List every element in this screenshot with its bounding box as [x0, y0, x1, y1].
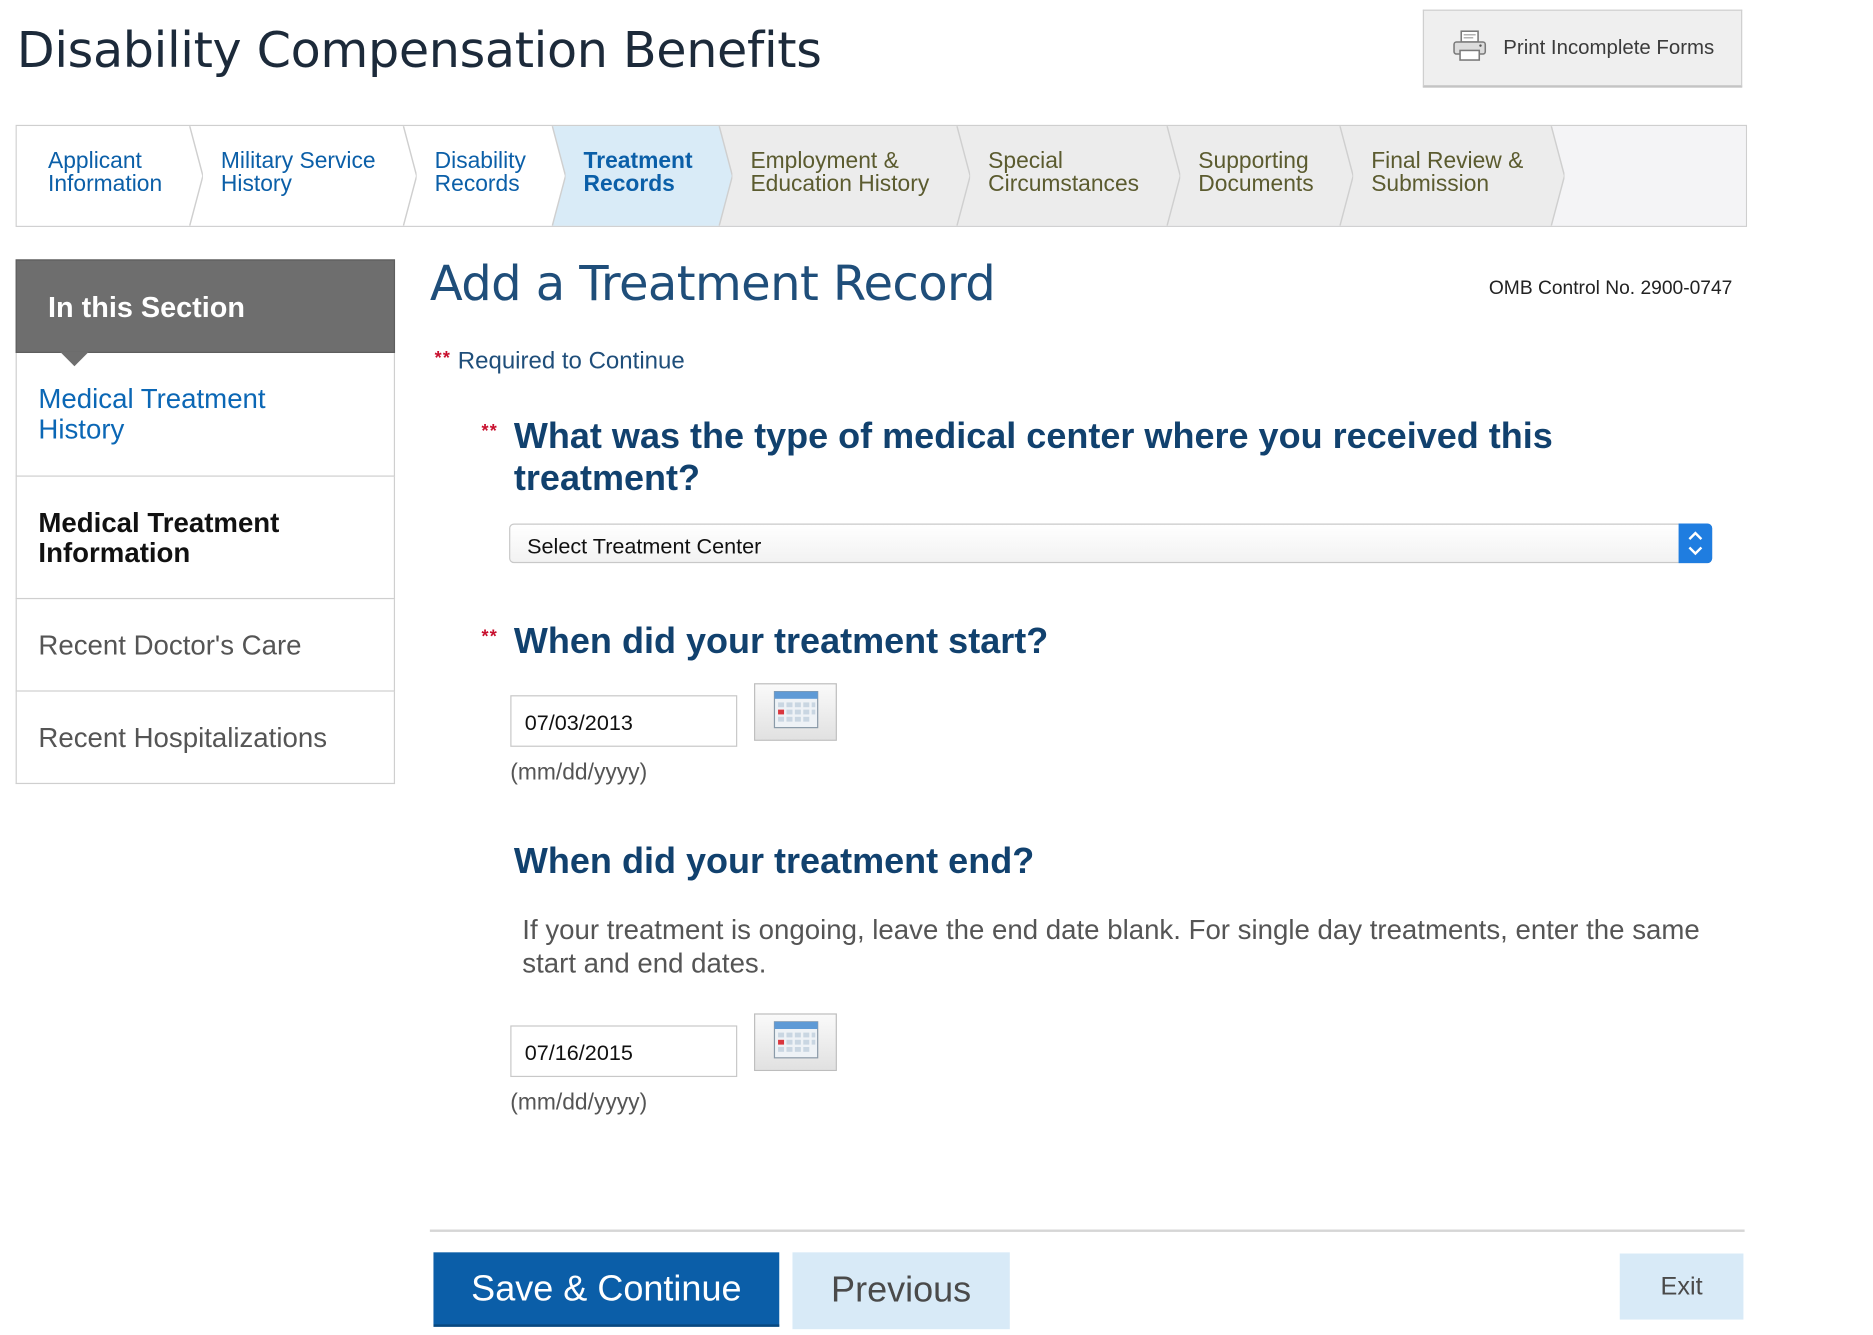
step-label: Supporting	[1198, 148, 1309, 175]
step-treatment-records[interactable]: Treatment Records	[552, 126, 733, 226]
step-label: Treatment	[583, 148, 693, 175]
sidebar-item-label: Medical Treatment Information	[38, 506, 280, 568]
sidebar-item-medical-treatment-history[interactable]: Medical Treatment History	[15, 353, 396, 477]
step-final-review-submission[interactable]: Final Review & Submission	[1339, 126, 1565, 226]
step-label: Education History	[750, 171, 930, 197]
page-title: Disability Compensation Benefits	[16, 21, 822, 80]
step-label: Records	[434, 171, 520, 197]
start-date-calendar-button[interactable]	[754, 683, 837, 741]
print-label: Print Incomplete Forms	[1503, 36, 1715, 59]
required-marker: **	[481, 421, 498, 442]
step-label: Employment &	[750, 148, 899, 175]
step-disability-records[interactable]: Disability Records	[403, 126, 566, 226]
step-label: Documents	[1198, 171, 1314, 197]
sidebar-item-label: Medical Treatment History	[38, 383, 266, 445]
end-date-input[interactable]: 07/16/2015	[510, 1025, 738, 1078]
sidebar-heading-text: In this Section	[48, 291, 245, 325]
question-treatment-start: ** When did your treatment start?	[481, 621, 1049, 663]
save-and-continue-button[interactable]: Save & Continue	[433, 1252, 780, 1327]
previous-button[interactable]: Previous	[792, 1252, 1010, 1330]
step-label: History	[220, 171, 292, 197]
required-marker: **	[481, 626, 498, 648]
sidebar-item-recent-doctors-care[interactable]: Recent Doctor's Care	[15, 599, 396, 692]
printer-icon	[1453, 29, 1487, 66]
question-label: When did your treatment start?	[513, 621, 1049, 662]
sidebar-heading-pointer	[60, 351, 89, 367]
omb-control-number: OMB Control No. 2900-0747	[1488, 278, 1733, 299]
step-label: Submission	[1371, 171, 1490, 197]
step-label: Final Review &	[1371, 148, 1524, 175]
start-date-input[interactable]: 07/03/2013	[510, 695, 738, 747]
step-label: Military Service	[220, 148, 376, 175]
end-date-calendar-button[interactable]	[754, 1013, 837, 1072]
step-label: Disability	[434, 148, 526, 175]
required-legend: ** Required to Continue	[435, 348, 685, 376]
step-applicant-information[interactable]: Applicant Information	[16, 126, 203, 226]
exit-button[interactable]: Exit	[1619, 1253, 1744, 1320]
step-label: Applicant	[48, 148, 142, 175]
start-date-format-hint: (mm/dd/yyyy)	[510, 760, 648, 786]
question-label: What was the type of medical center wher…	[513, 416, 1553, 499]
sidebar-item-label: Recent Hospitalizations	[38, 721, 328, 753]
sidebar-item-recent-hospitalizations[interactable]: Recent Hospitalizations	[15, 691, 396, 785]
calendar-icon	[773, 1020, 819, 1064]
steps-filler	[1551, 126, 1746, 226]
footer-divider	[429, 1229, 1745, 1232]
step-label: Information	[48, 171, 163, 197]
question-treatment-end: When did your treatment end?	[514, 840, 1034, 882]
section-sidebar: In this Section Medical Treatment Histor…	[15, 259, 396, 785]
up-down-chevron-icon	[1678, 523, 1713, 564]
sidebar-heading: In this Section	[15, 259, 396, 367]
sidebar-item-label: Recent Doctor's Care	[38, 628, 302, 660]
step-supporting-documents[interactable]: Supporting Documents	[1167, 126, 1354, 226]
step-label: Records	[583, 171, 675, 197]
select-value: Select Treatment Center	[527, 534, 762, 559]
step-label: Circumstances	[988, 171, 1140, 197]
calendar-icon	[773, 690, 819, 734]
end-date-format-hint: (mm/dd/yyyy)	[510, 1090, 648, 1116]
required-marker: **	[434, 348, 452, 369]
sidebar-item-medical-treatment-information[interactable]: Medical Treatment Information	[15, 476, 396, 600]
step-label: Special	[988, 148, 1064, 175]
step-special-circumstances[interactable]: Special Circumstances	[956, 126, 1181, 226]
end-date-help-text: If your treatment is ongoing, leave the …	[522, 913, 1700, 979]
step-military-service-history[interactable]: Military Service History	[189, 126, 417, 226]
question-label: When did your treatment end?	[513, 841, 1035, 882]
question-medical-center-type: ** What was the type of medical center w…	[481, 415, 1667, 499]
treatment-center-select[interactable]: Select Treatment Center	[509, 523, 1713, 564]
required-text: Required to Continue	[457, 348, 685, 375]
form-title: Add a Treatment Record	[429, 256, 996, 313]
print-incomplete-forms-button[interactable]: Print Incomplete Forms	[1422, 9, 1743, 88]
step-employment-education-history[interactable]: Employment & Education History	[719, 126, 971, 226]
progress-steps: Applicant Information Military Service H…	[15, 124, 1748, 227]
